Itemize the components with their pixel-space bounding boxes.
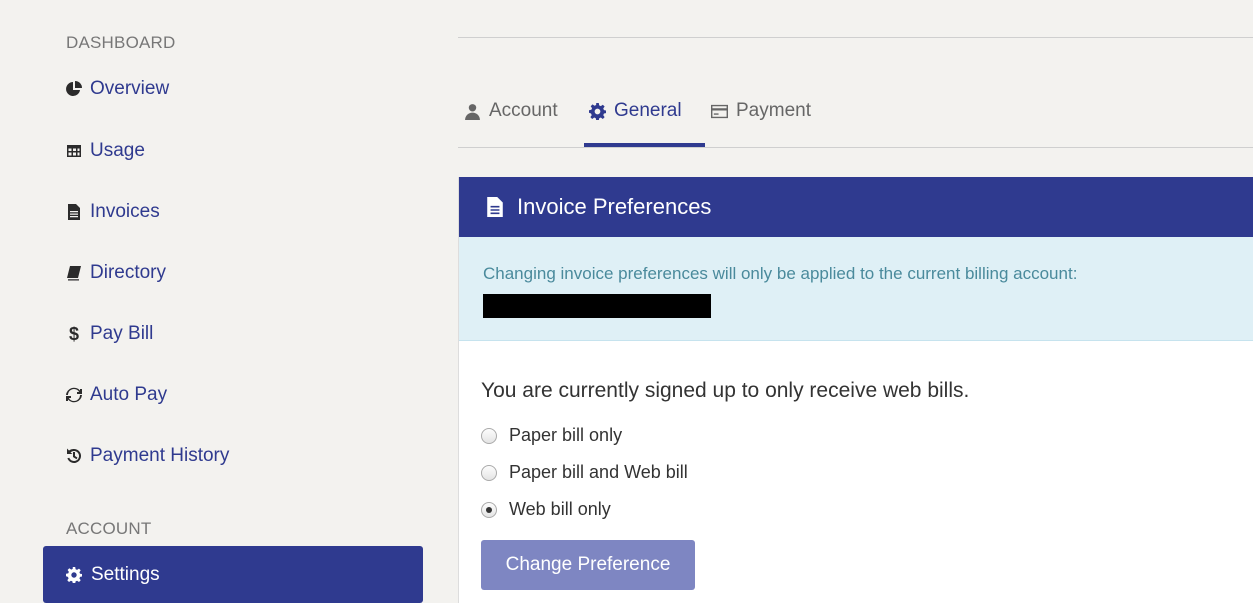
user-icon (465, 104, 480, 120)
radio-selected-dot (486, 506, 492, 513)
alert-text: Changing invoice preferences will only b… (483, 264, 1078, 283)
sidebar-item-invoices[interactable]: Invoices (66, 201, 160, 223)
tab-label: Payment (736, 100, 811, 121)
option-paper-bill-only[interactable]: Paper bill only (481, 417, 1231, 454)
radio-button[interactable] (481, 501, 497, 518)
option-label: Paper bill and Web bill (509, 462, 688, 482)
sidebar-item-payment-history[interactable]: Payment History (66, 445, 229, 467)
gear-icon (66, 566, 82, 583)
table-icon (67, 145, 81, 157)
tab-payment[interactable]: Payment (711, 100, 811, 147)
panel-body: You are currently signed up to only rece… (459, 341, 1253, 590)
sidebar-item-pay-bill[interactable]: $ Pay Bill (66, 323, 153, 345)
invoice-preferences-panel: Invoice Preferences Changing invoice pre… (458, 177, 1253, 603)
tabs-divider (458, 147, 1253, 148)
sidebar-item-overview[interactable]: Overview (66, 78, 169, 100)
tab-account[interactable]: Account (464, 100, 558, 147)
tab-label: General (614, 100, 682, 121)
sidebar-item-usage[interactable]: Usage (66, 140, 145, 162)
dashboard-heading: DASHBOARD (66, 33, 176, 52)
gear-icon (589, 103, 606, 120)
credit-card-icon (711, 104, 728, 119)
panel-title: Invoice Preferences (517, 194, 712, 219)
radio-button[interactable] (481, 427, 497, 444)
sidebar-item-label: Auto Pay (90, 384, 168, 405)
sidebar-item-label: Overview (90, 78, 170, 99)
radio-button[interactable] (481, 464, 497, 481)
sidebar-item-settings[interactable]: Settings (43, 546, 423, 603)
status-text: You are currently signed up to only rece… (481, 379, 970, 402)
info-alert: Changing invoice preferences will only b… (459, 237, 1253, 341)
sidebar-item-label: Payment History (90, 445, 230, 466)
book-icon (67, 266, 81, 281)
refresh-icon (66, 387, 82, 403)
account-heading: ACCOUNT (66, 519, 152, 538)
sidebar-item-label: Settings (91, 563, 160, 585)
page: DASHBOARD Overview Usage Invoices Direct… (0, 0, 1253, 603)
document-icon (68, 204, 80, 220)
dollar-icon: $ (68, 323, 79, 344)
history-icon (67, 448, 82, 463)
sidebar-item-auto-pay[interactable]: Auto Pay (66, 384, 167, 406)
change-preference-button[interactable]: Change Preference (481, 540, 695, 590)
sidebar-item-label: Directory (90, 262, 167, 283)
pie-chart-icon (66, 81, 82, 96)
sidebar: DASHBOARD Overview Usage Invoices Direct… (0, 0, 440, 603)
option-label: Web bill only (509, 499, 611, 519)
panel-header: Invoice Preferences (459, 177, 1253, 237)
tab-general[interactable]: General (589, 100, 682, 147)
option-web-bill-only[interactable]: Web bill only (481, 491, 1231, 528)
divider (458, 37, 1253, 38)
option-paper-and-web-bill[interactable]: Paper bill and Web bill (481, 454, 1231, 491)
sidebar-item-label: Invoices (90, 201, 160, 222)
sidebar-item-directory[interactable]: Directory (66, 262, 166, 284)
option-label: Paper bill only (509, 425, 623, 445)
sidebar-item-label: Pay Bill (90, 323, 154, 344)
redacted-account-number (483, 294, 711, 318)
tab-label: Account (489, 100, 558, 121)
document-icon (487, 197, 503, 217)
sidebar-item-label: Usage (90, 140, 145, 161)
